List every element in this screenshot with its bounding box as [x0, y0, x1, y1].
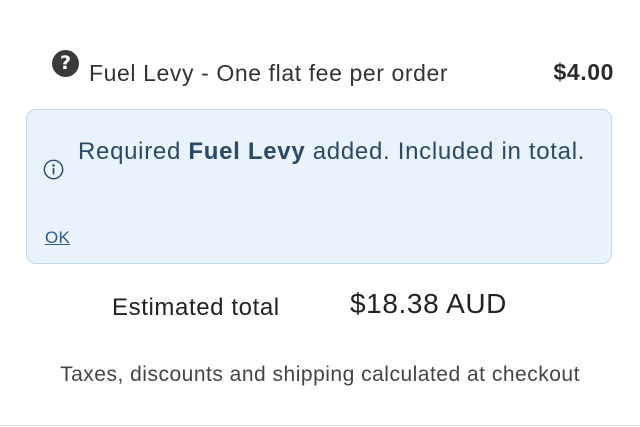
divider — [0, 425, 640, 426]
notice-message: Required Fuel Levy added. Included in to… — [78, 129, 598, 175]
notice-text-strong: Fuel Levy — [188, 138, 306, 165]
estimated-total-row: Estimated total $18.38 AUD — [0, 286, 640, 326]
help-icon[interactable]: ? — [52, 50, 79, 77]
notice-text-prefix: Required — [78, 138, 189, 165]
fuel-levy-notice: Required Fuel Levy added. Included in to… — [26, 109, 612, 264]
cart-summary-panel: ? Fuel Levy - One flat fee per order $4.… — [0, 0, 640, 427]
total-label: Estimated total — [112, 294, 280, 321]
ok-link[interactable]: OK — [45, 228, 70, 248]
fee-price: $4.00 — [553, 59, 614, 85]
fee-label: Fuel Levy - One flat fee per order — [89, 60, 449, 86]
notice-text-suffix: added. Included in total. — [305, 138, 586, 165]
fuel-levy-fee-row: ? Fuel Levy - One flat fee per order $4.… — [52, 46, 618, 90]
tax-note: Taxes, discounts and shipping calculated… — [60, 363, 580, 386]
info-icon — [43, 159, 64, 180]
total-value: $18.38 AUD — [350, 288, 507, 319]
